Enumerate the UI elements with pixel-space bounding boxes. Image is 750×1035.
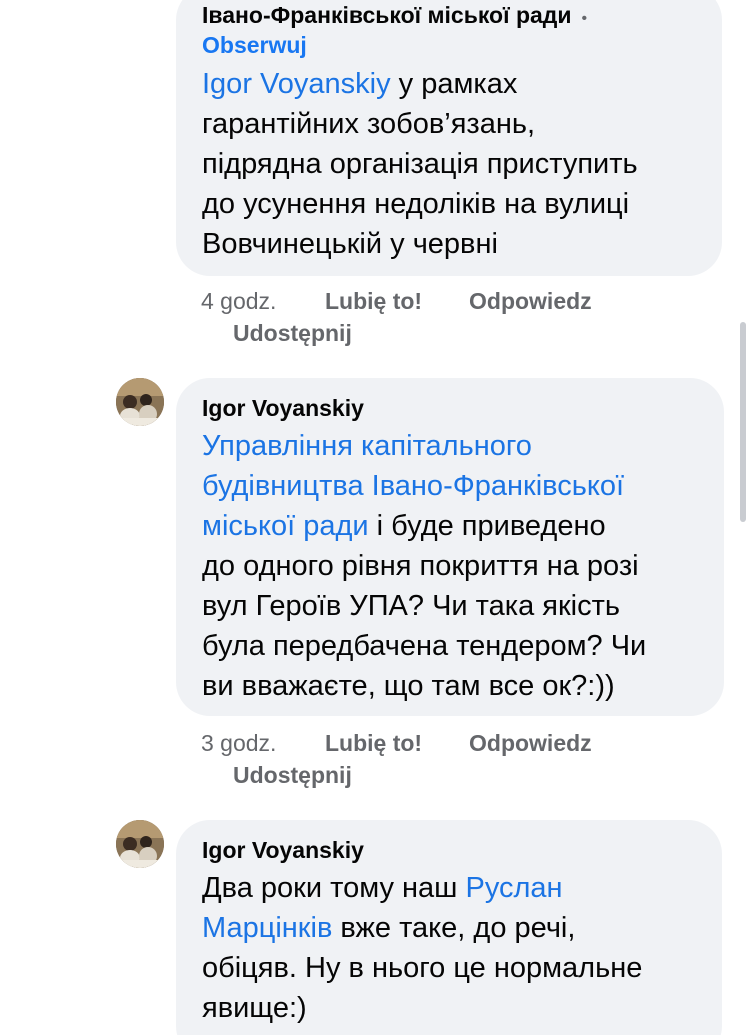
reply-button[interactable]: Odpowiedz: [469, 285, 592, 317]
comment-text: Два роки тому наш Руслан Марцінків вже т…: [202, 872, 643, 1024]
comment-author[interactable]: Igor Voyanskiy: [202, 393, 364, 423]
reply-button[interactable]: Odpowiedz: [469, 727, 592, 759]
mention-link[interactable]: будівництва Івано-Франківської: [202, 466, 698, 506]
comment-text: Igor Voyanskiy у рамках гарантійних зобо…: [202, 68, 638, 260]
comment-actions: 3 godz. Lubię to! Odpowiedz Udostępnij: [201, 727, 592, 791]
mention-link[interactable]: міської ради: [202, 510, 369, 542]
mention-link[interactable]: Руслан: [465, 872, 562, 904]
follow-link[interactable]: Obserwuj: [202, 30, 696, 60]
avatar-photo-icon: [116, 820, 164, 868]
avatar[interactable]: [116, 820, 164, 868]
comment-text: Управління капітального будівництва Іван…: [202, 426, 698, 706]
comment-bubble: Igor Voyanskiy Управління капітального б…: [176, 378, 724, 716]
mention-link[interactable]: Марцінків: [202, 912, 332, 944]
separator-dot: •: [581, 9, 588, 27]
comment-author[interactable]: Igor Voyanskiy: [202, 835, 364, 865]
share-button[interactable]: Udostępnij: [233, 762, 352, 788]
comment-bubble: Івано-Франківської міської ради • Obserwu…: [176, 0, 722, 276]
mention-link[interactable]: Управління капітального: [202, 426, 698, 466]
mention-link[interactable]: Igor Voyanskiy: [202, 68, 391, 100]
like-button[interactable]: Lubię to!: [325, 727, 469, 759]
comment-actions: 4 godz. Lubię to! Odpowiedz Udostępnij: [201, 285, 592, 349]
avatar-photo-icon: [116, 378, 164, 426]
comment-bubble: Igor Voyanskiy Два роки тому наш Руслан …: [176, 820, 722, 1035]
avatar[interactable]: [116, 378, 164, 426]
comment-time: 3 godz.: [201, 730, 277, 756]
comment-author[interactable]: Івано-Франківської міської ради: [202, 0, 572, 30]
comment-time: 4 godz.: [201, 288, 277, 314]
share-button[interactable]: Udostępnij: [233, 320, 352, 346]
like-button[interactable]: Lubię to!: [325, 285, 469, 317]
comments-page: Івано-Франківської міської ради • Obserwu…: [0, 0, 750, 1035]
scrollbar[interactable]: [740, 322, 746, 522]
